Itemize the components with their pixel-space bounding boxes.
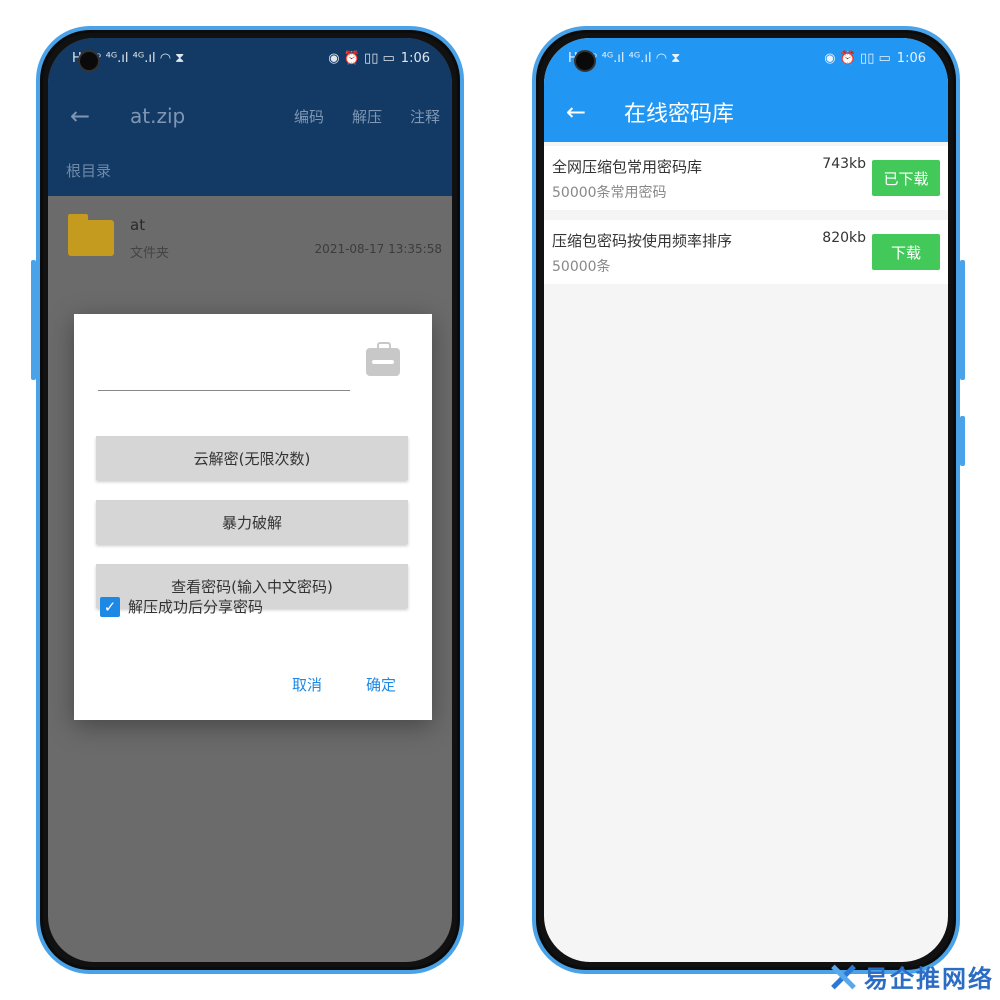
extract-button[interactable]: 解压 xyxy=(352,106,382,127)
item-name: at xyxy=(130,216,146,234)
right-screen: HD ᵖ ⁴ᴳ.ıl ⁴ᴳ.ıl ◠ ⧗ ◉ ⏰ ▯▯ ▭ 1:06 ← 在线密… xyxy=(544,38,948,962)
toolbar: ← 在线密码库 xyxy=(566,96,734,128)
checkbox-label: 解压成功后分享密码 xyxy=(128,598,264,616)
item-subtitle: 50000条常用密码 xyxy=(552,185,667,201)
password-input[interactable] xyxy=(98,390,350,391)
page-title: at.zip xyxy=(130,104,186,128)
brute-force-button[interactable]: 暴力破解 xyxy=(96,500,408,544)
volume-button xyxy=(960,260,965,380)
watermark-logo: 易企推网络 xyxy=(828,959,994,994)
list-item[interactable]: at 文件夹 2021-08-17 13:35:58 xyxy=(48,196,452,296)
status-bar: HD ᵖ ⁴ᴳ.ıl ⁴ᴳ.ıl ◠ ⧗ ◉ ⏰ ▯▯ ▭ 1:06 xyxy=(544,38,948,78)
status-right-icons: ◉ ⏰ ▯▯ ▭ xyxy=(328,50,395,66)
logo-mark-icon xyxy=(828,962,858,992)
back-arrow-icon[interactable]: ← xyxy=(70,102,130,130)
item-size: 743kb xyxy=(822,156,866,172)
camera-icon xyxy=(78,50,100,72)
status-right: ◉ ⏰ ▯▯ ▭ 1:06 xyxy=(328,51,430,66)
download-button[interactable]: 下载 xyxy=(872,234,940,270)
item-size: 820kb xyxy=(822,230,866,246)
cloud-decrypt-button[interactable]: 云解密(无限次数) xyxy=(96,436,408,480)
password-dialog: 云解密(无限次数) 暴力破解 查看密码(输入中文密码) ✓ 解压成功后分享密码 … xyxy=(74,314,432,720)
comment-button[interactable]: 注释 xyxy=(410,106,440,127)
camera-icon xyxy=(574,50,596,72)
key-icon[interactable] xyxy=(366,342,400,376)
power-button xyxy=(960,416,965,466)
checkmark-icon[interactable]: ✓ xyxy=(100,596,120,617)
left-phone: HD ᵖ ⁴ᴳ.ıl ⁴ᴳ.ıl ◠ ⧗ ◉ ⏰ ▯▯ ▭ 1:06 ← at.… xyxy=(31,26,464,974)
status-time: 1:06 xyxy=(400,50,430,66)
item-title: 全网压缩包常用密码库 xyxy=(552,158,703,176)
folder-icon xyxy=(68,214,114,256)
right-phone: HD ᵖ ⁴ᴳ.ıl ⁴ᴳ.ıl ◠ ⧗ ◉ ⏰ ▯▯ ▭ 1:06 ← 在线密… xyxy=(532,26,965,974)
back-arrow-icon[interactable]: ← xyxy=(566,98,624,126)
left-screen: HD ᵖ ⁴ᴳ.ıl ⁴ᴳ.ıl ◠ ⧗ ◉ ⏰ ▯▯ ▭ 1:06 ← at.… xyxy=(48,38,452,962)
share-password-checkbox[interactable]: ✓ 解压成功后分享密码 xyxy=(100,596,263,617)
status-right-icons: ◉ ⏰ ▯▯ ▭ xyxy=(824,50,891,66)
page-title: 在线密码库 xyxy=(624,102,735,127)
cancel-button[interactable]: 取消 xyxy=(292,674,322,695)
logo-text: 易企推网络 xyxy=(864,964,994,993)
item-date: 2021-08-17 13:35:58 xyxy=(314,242,442,256)
list-item: 全网压缩包常用密码库 50000条常用密码 743kb 已下载 xyxy=(544,146,948,210)
item-subtitle: 50000条 xyxy=(552,259,611,275)
toolbar: ← at.zip 编码 解压 注释 xyxy=(70,98,440,134)
archive-header: HD ᵖ ⁴ᴳ.ıl ⁴ᴳ.ıl ◠ ⧗ ◉ ⏰ ▯▯ ▭ 1:06 ← at.… xyxy=(48,38,452,196)
downloaded-button[interactable]: 已下载 xyxy=(872,160,940,196)
status-right: ◉ ⏰ ▯▯ ▭ 1:06 xyxy=(824,51,926,66)
item-title: 压缩包密码按使用频率排序 xyxy=(552,232,733,250)
library-header: HD ᵖ ⁴ᴳ.ıl ⁴ᴳ.ıl ◠ ⧗ ◉ ⏰ ▯▯ ▭ 1:06 ← 在线密… xyxy=(544,38,948,142)
encoding-button[interactable]: 编码 xyxy=(294,106,324,127)
confirm-button[interactable]: 确定 xyxy=(366,674,396,695)
status-bar: HD ᵖ ⁴ᴳ.ıl ⁴ᴳ.ıl ◠ ⧗ ◉ ⏰ ▯▯ ▭ 1:06 xyxy=(48,38,452,78)
volume-button xyxy=(31,260,36,380)
breadcrumb[interactable]: 根目录 xyxy=(66,160,111,181)
item-type: 文件夹 xyxy=(130,246,170,261)
list-item: 压缩包密码按使用频率排序 50000条 820kb 下载 xyxy=(544,220,948,284)
status-time: 1:06 xyxy=(896,50,926,66)
